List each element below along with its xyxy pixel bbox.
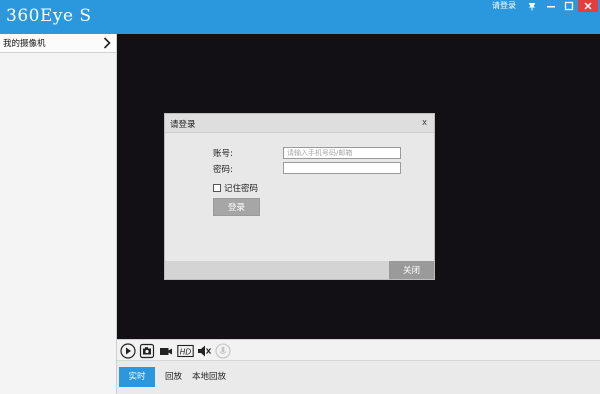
close-button[interactable] [578, 0, 598, 12]
hd-button[interactable]: HD [176, 342, 194, 359]
maximize-button[interactable] [561, 0, 577, 12]
close-icon [584, 2, 592, 10]
remember-password-checkbox[interactable]: 记住密码 [213, 182, 259, 194]
dialog-footer: 关闭 [165, 261, 434, 279]
password-input[interactable] [283, 162, 401, 174]
dialog-title: 请登录 [170, 120, 196, 130]
play-icon [120, 342, 136, 359]
minimize-button[interactable] [543, 0, 559, 12]
sidebar: 我的摄像机 [0, 34, 117, 394]
remember-password-label: 记住密码 [224, 183, 259, 194]
tab-live[interactable]: 实时 [119, 367, 155, 387]
hd-icon: HD [176, 344, 194, 357]
dialog-close-x[interactable]: x [422, 118, 427, 128]
account-input[interactable] [283, 147, 401, 159]
camera-icon [139, 343, 155, 358]
mode-tabs: 实时 回放 本地回放 [117, 360, 600, 394]
chevron-right-icon [103, 37, 111, 49]
video-record-icon [160, 347, 172, 355]
login-button[interactable]: 登录 [213, 198, 260, 216]
title-bar: 360Eye S 请登录 [0, 0, 600, 34]
login-link[interactable]: 请登录 [492, 0, 516, 11]
record-button[interactable] [157, 342, 175, 359]
app-title: 360Eye S [6, 6, 92, 26]
account-label: 账号: [213, 149, 233, 159]
sidebar-item-my-cameras[interactable]: 我的摄像机 [0, 34, 116, 53]
sidebar-item-label: 我的摄像机 [3, 39, 46, 49]
mute-icon [198, 345, 211, 356]
player-control-bar: HD [117, 339, 600, 360]
maximize-icon [564, 1, 574, 11]
login-dialog: 请登录 x 账号: 密码: 记住密码 登录 关闭 [164, 113, 435, 280]
pin-button[interactable] [524, 0, 540, 12]
talk-icon [215, 342, 231, 359]
dialog-close-button[interactable]: 关闭 [389, 261, 434, 279]
password-label: 密码: [213, 165, 233, 175]
minimize-icon [547, 6, 555, 8]
pin-icon [528, 3, 536, 11]
mute-button[interactable] [195, 342, 213, 359]
snapshot-button[interactable] [138, 342, 156, 359]
play-button[interactable] [119, 342, 137, 359]
tab-playback[interactable]: 回放 [165, 367, 182, 387]
tab-local-playback[interactable]: 本地回放 [192, 367, 226, 387]
dialog-header: 请登录 x [165, 114, 434, 133]
checkbox-box [213, 183, 221, 192]
svg-text:HD: HD [179, 347, 191, 356]
talk-button[interactable] [214, 342, 232, 359]
